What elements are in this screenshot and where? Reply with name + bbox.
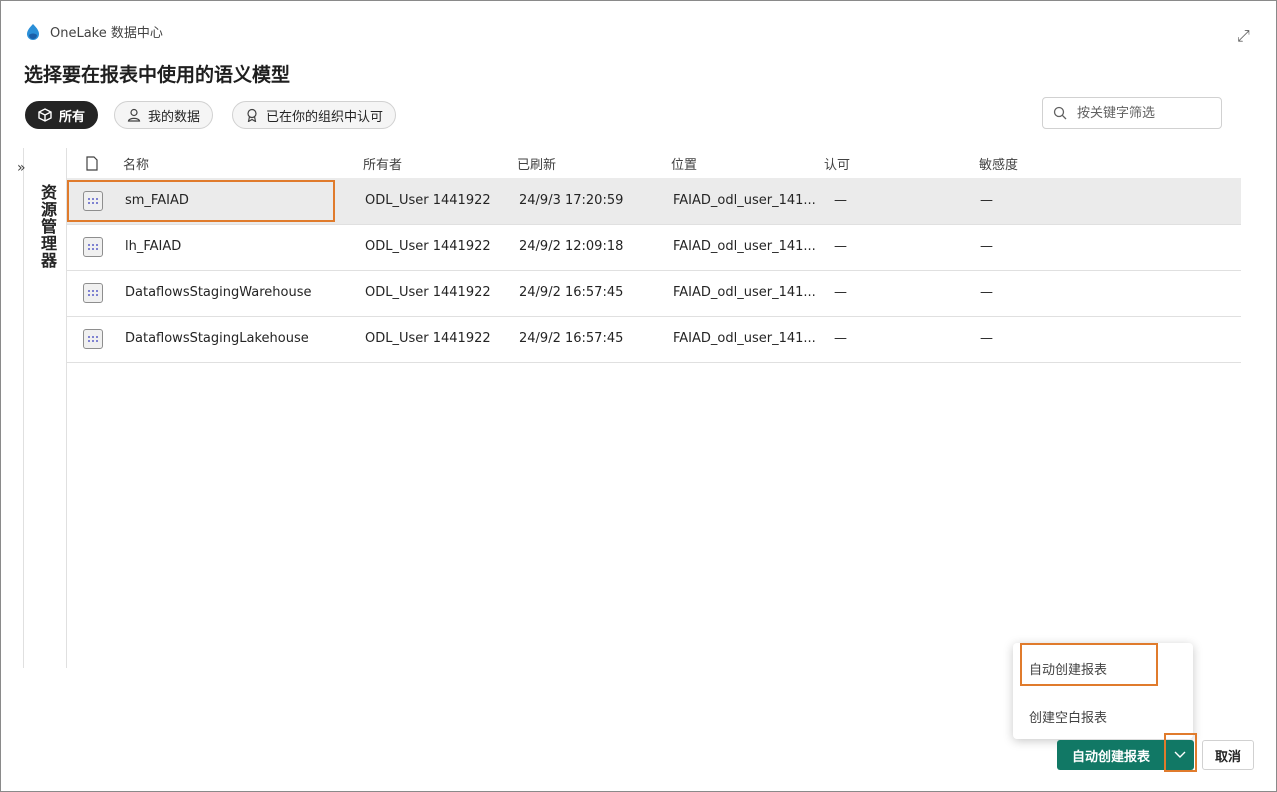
row-owner: ODL_User 1441922 bbox=[365, 331, 491, 346]
filter-all-label: 所有 bbox=[59, 109, 86, 125]
row-sensitivity: — bbox=[980, 239, 993, 254]
column-header-location[interactable]: 位置 bbox=[671, 154, 697, 173]
file-type-icon bbox=[86, 156, 98, 171]
expand-explorer-icon[interactable]: » bbox=[17, 160, 26, 176]
row-owner: ODL_User 1441922 bbox=[365, 239, 491, 254]
semantic-model-icon bbox=[83, 237, 103, 257]
row-refreshed: 24/9/2 16:57:45 bbox=[519, 285, 624, 300]
keyword-filter-input[interactable] bbox=[1075, 104, 1219, 122]
row-endorsement: — bbox=[834, 193, 847, 208]
explorer-label: 资源管理器 bbox=[38, 184, 57, 269]
highlight-auto-create bbox=[1020, 643, 1158, 686]
row-location: FAIAD_odl_user_141... bbox=[673, 331, 816, 346]
expand-icon[interactable]: ⤢ bbox=[1237, 26, 1250, 46]
row-refreshed: 24/9/2 12:09:18 bbox=[519, 239, 624, 254]
row-endorsement: — bbox=[834, 331, 847, 346]
row-name: DataflowsStagingWarehouse bbox=[125, 285, 312, 300]
ribbon-icon bbox=[247, 108, 257, 122]
auto-create-report-button[interactable]: 自动创建报表 bbox=[1057, 740, 1165, 770]
row-location: FAIAD_odl_user_141... bbox=[673, 285, 816, 300]
filter-endorsed-button[interactable]: 已在你的组织中认可 bbox=[232, 101, 397, 129]
filter-my-data-button[interactable]: 我的数据 bbox=[114, 101, 214, 129]
row-endorsement: — bbox=[834, 285, 847, 300]
highlight-dropdown bbox=[1164, 733, 1197, 772]
filter-endorsed-label: 已在你的组织中认可 bbox=[266, 109, 384, 125]
row-name: lh_FAIAD bbox=[125, 239, 182, 254]
page-title: 选择要在报表中使用的语义模型 bbox=[24, 64, 291, 86]
filter-all-button[interactable]: 所有 bbox=[25, 101, 99, 129]
row-sensitivity: — bbox=[980, 285, 993, 300]
hub-header: OneLake 数据中心 bbox=[24, 22, 163, 41]
table-row[interactable]: DataflowsStagingWarehouse ODL_User 14419… bbox=[67, 270, 1241, 317]
cube-icon bbox=[38, 108, 52, 122]
row-location: FAIAD_odl_user_141... bbox=[673, 239, 816, 254]
column-header-name[interactable]: 名称 bbox=[123, 154, 149, 173]
table-row[interactable]: lh_FAIAD ODL_User 1441922 24/9/2 12:09:1… bbox=[67, 224, 1241, 271]
row-owner: ODL_User 1441922 bbox=[365, 193, 491, 208]
highlight-selected-row bbox=[67, 180, 335, 222]
row-sensitivity: — bbox=[980, 331, 993, 346]
search-icon bbox=[1053, 106, 1067, 120]
person-icon bbox=[127, 108, 141, 122]
column-header-sensitivity[interactable]: 敏感度 bbox=[979, 154, 1018, 173]
column-header-endorsement[interactable]: 认可 bbox=[824, 154, 850, 173]
row-refreshed: 24/9/3 17:20:59 bbox=[519, 193, 624, 208]
table-row[interactable]: DataflowsStagingLakehouse ODL_User 14419… bbox=[67, 316, 1241, 363]
column-header-refreshed[interactable]: 已刷新 bbox=[517, 154, 556, 173]
cancel-button[interactable]: 取消 bbox=[1202, 740, 1254, 770]
semantic-model-icon bbox=[83, 283, 103, 303]
semantic-model-icon bbox=[83, 329, 103, 349]
row-owner: ODL_User 1441922 bbox=[365, 285, 491, 300]
column-header-owner[interactable]: 所有者 bbox=[363, 154, 402, 173]
hub-name: OneLake 数据中心 bbox=[50, 26, 163, 41]
row-location: FAIAD_odl_user_141... bbox=[673, 193, 816, 208]
filter-my-data-label: 我的数据 bbox=[148, 109, 201, 125]
keyword-filter[interactable] bbox=[1042, 97, 1222, 129]
onelake-icon bbox=[27, 23, 39, 40]
row-name: DataflowsStagingLakehouse bbox=[125, 331, 309, 346]
menu-item-create-blank[interactable]: 创建空白报表 bbox=[1029, 707, 1107, 726]
row-endorsement: — bbox=[834, 239, 847, 254]
row-sensitivity: — bbox=[980, 193, 993, 208]
row-refreshed: 24/9/2 16:57:45 bbox=[519, 331, 624, 346]
